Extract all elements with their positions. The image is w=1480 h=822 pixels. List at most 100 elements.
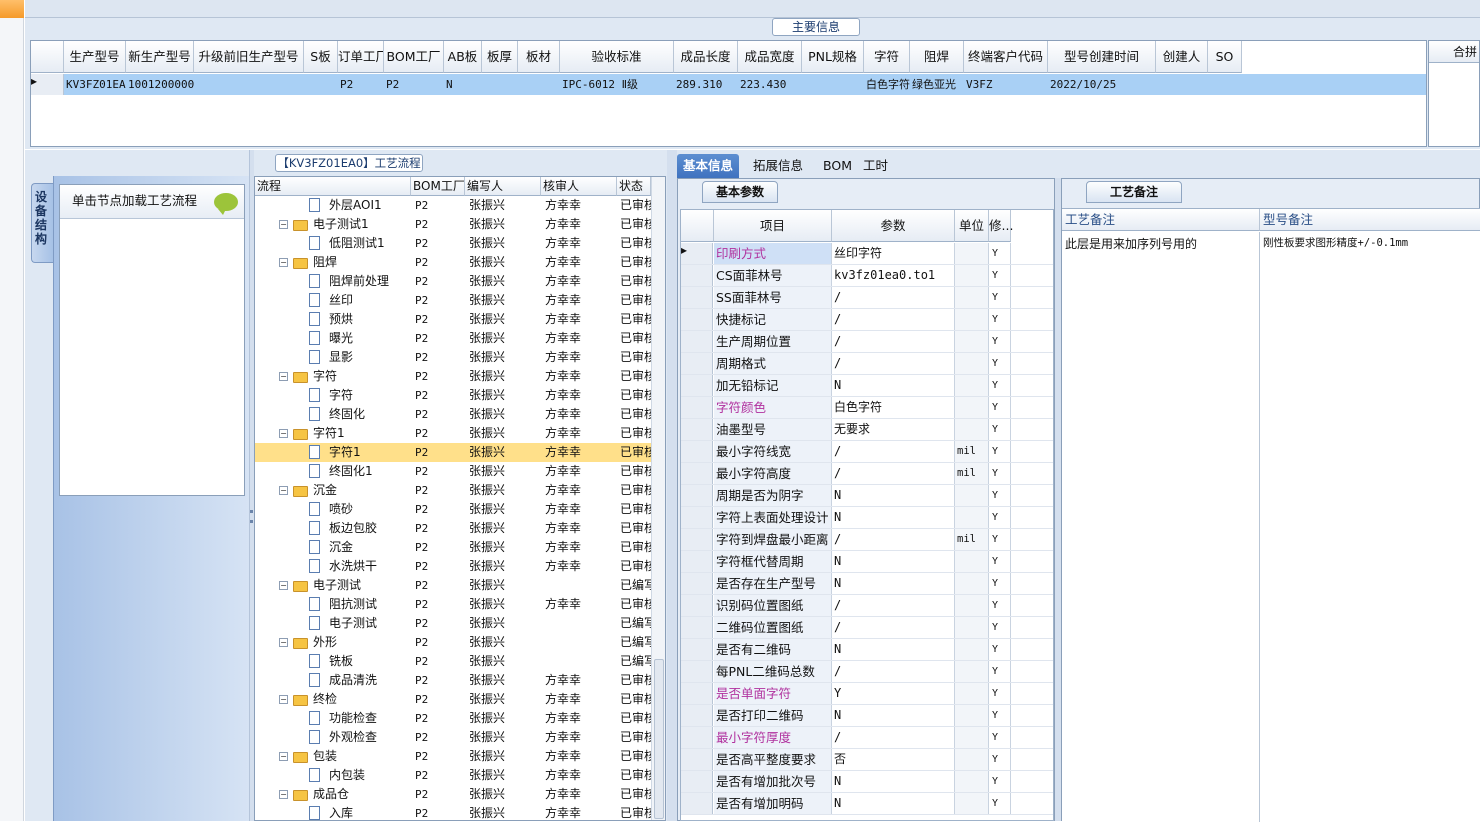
tree-node-label[interactable]: 内包装 xyxy=(329,766,365,785)
row-indicator[interactable] xyxy=(681,287,713,308)
row-indicator[interactable] xyxy=(681,573,713,594)
collapse-icon[interactable]: − xyxy=(279,220,288,229)
param-row[interactable]: 油墨型号 无要求 Y xyxy=(681,419,1053,441)
param-row[interactable]: 周期格式 / Y xyxy=(681,353,1053,375)
param-value[interactable]: / xyxy=(832,353,955,374)
row-indicator[interactable] xyxy=(681,595,713,616)
row-indicator[interactable] xyxy=(681,683,713,704)
tree-row[interactable]: − 字符 P2 张振兴 方幸幸 已审核 xyxy=(255,367,651,386)
table-cell[interactable]: 2022/10/25 xyxy=(1050,74,1156,95)
table-cell[interactable]: P2 xyxy=(386,74,444,95)
tree-row[interactable]: 入库 P2 张振兴 方幸幸 已审核 xyxy=(255,804,651,820)
param-value[interactable]: Y xyxy=(832,683,955,704)
param-value[interactable]: 否 xyxy=(832,749,955,770)
row-indicator[interactable] xyxy=(681,353,713,374)
table-cell[interactable]: P2 xyxy=(340,74,384,95)
collapse-icon[interactable]: − xyxy=(279,752,288,761)
tree-row[interactable]: − 外形 P2 张振兴 已编写 xyxy=(255,633,651,652)
column-header[interactable]: 验收标准 xyxy=(560,41,674,73)
params-grid[interactable]: 项目 参数 单位 修... ▸ 印刷方式 丝印字符 Y CS面菲林号 kv3fz01ea0.to1… xyxy=(680,209,1054,821)
tree-node-label[interactable]: 外观检查 xyxy=(329,728,377,747)
table-cell[interactable]: 绿色亚光 xyxy=(912,74,964,95)
tree-node-label[interactable]: 沉金 xyxy=(329,538,353,557)
param-row[interactable]: 二维码位置图纸 / Y xyxy=(681,617,1053,639)
param-row[interactable]: SS面菲林号 / Y xyxy=(681,287,1053,309)
tree-row[interactable]: 字符 P2 张振兴 方幸幸 已审核 xyxy=(255,386,651,405)
tree-node-label[interactable]: 铣板 xyxy=(329,652,353,671)
param-value[interactable]: N xyxy=(832,573,955,594)
param-value[interactable]: / xyxy=(832,331,955,352)
tree-row[interactable]: 水洗烘干 P2 张振兴 方幸幸 已审核 xyxy=(255,557,651,576)
tree-node-label[interactable]: 外层AOI1 xyxy=(329,196,382,215)
row-indicator[interactable]: ▸ xyxy=(31,74,64,95)
tree-column-header[interactable]: 编写人 xyxy=(465,177,541,196)
row-indicator[interactable] xyxy=(681,617,713,638)
table-cell[interactable] xyxy=(1210,74,1242,95)
column-header[interactable]: 生产型号 xyxy=(64,41,126,73)
param-row[interactable]: 加无铅标记 N Y xyxy=(681,375,1053,397)
param-row[interactable]: 是否存在生产型号 N Y xyxy=(681,573,1053,595)
param-row[interactable]: 字符颜色 白色字符 Y xyxy=(681,397,1053,419)
row-indicator[interactable] xyxy=(681,551,713,572)
table-cell[interactable]: V3FZ xyxy=(966,74,1048,95)
column-header[interactable]: 阻焊 xyxy=(910,41,964,73)
row-indicator[interactable] xyxy=(681,265,713,286)
param-row[interactable]: CS面菲林号 kv3fz01ea0.to1 Y xyxy=(681,265,1053,287)
param-row[interactable]: 是否高平整度要求否 Y xyxy=(681,749,1053,771)
param-value[interactable]: / xyxy=(832,595,955,616)
row-indicator[interactable] xyxy=(681,463,713,484)
tree-column-header[interactable]: 状态 xyxy=(617,177,651,196)
param-value[interactable]: 白色字符 xyxy=(832,397,955,418)
param-row[interactable]: ▸ 印刷方式 丝印字符 Y xyxy=(681,243,1053,265)
column-header[interactable]: 升级前旧生产型号 xyxy=(194,41,304,73)
param-row[interactable]: 字符框代替周期 N Y xyxy=(681,551,1053,573)
tree-node-label[interactable]: 字符1 xyxy=(329,443,361,462)
param-value[interactable]: / xyxy=(832,463,955,484)
tab-2[interactable]: BOM xyxy=(817,154,858,178)
params-column-header[interactable]: 单位 xyxy=(955,210,989,242)
tree-node-label[interactable]: 阻焊前处理 xyxy=(329,272,389,291)
tree-row[interactable]: 字符1 P2 张振兴 方幸幸 已审核 xyxy=(255,443,651,462)
param-row[interactable]: 周期是否为阴字 N Y xyxy=(681,485,1053,507)
tree-node-label[interactable]: 终固化1 xyxy=(329,462,373,481)
param-row[interactable]: 最小字符线宽 / mil Y xyxy=(681,441,1053,463)
tree-row[interactable]: 外层AOI1 P2 张振兴 方幸幸 已审核 xyxy=(255,196,651,215)
table-cell[interactable]: 223.430 xyxy=(740,74,802,95)
tree-row[interactable]: 丝印 P2 张振兴 方幸幸 已审核 xyxy=(255,291,651,310)
tree-row[interactable]: 阻抗测试 P2 张振兴 方幸幸 已审核 xyxy=(255,595,651,614)
param-row[interactable]: 最小字符高度 / mil Y xyxy=(681,463,1053,485)
tab-equipment-structure[interactable]: 设备结构 xyxy=(31,183,53,263)
column-header[interactable]: AB板 xyxy=(444,41,482,73)
row-indicator[interactable] xyxy=(681,331,713,352)
table-cell[interactable] xyxy=(520,74,560,95)
row-indicator[interactable] xyxy=(681,793,713,814)
tree-node-label[interactable]: 电子测试 xyxy=(313,576,361,595)
tree-node-label[interactable]: 字符1 xyxy=(313,424,345,443)
model-note-value[interactable]: 刚性板要求图形精度+/-0.1mm xyxy=(1260,232,1480,822)
table-cell[interactable]: 10012000002987 xyxy=(128,74,194,95)
tree-node-label[interactable]: 终固化 xyxy=(329,405,365,424)
tree-row[interactable]: 终固化1 P2 张振兴 方幸幸 已审核 xyxy=(255,462,651,481)
param-row[interactable]: 是否有增加明码 N Y xyxy=(681,793,1053,815)
column-header[interactable]: 终端客户代码 xyxy=(964,41,1048,73)
process-note-value[interactable]: 此层是用来加序列号用的 xyxy=(1062,232,1260,822)
column-header[interactable]: S板 xyxy=(304,41,338,73)
row-indicator[interactable] xyxy=(681,705,713,726)
column-header[interactable]: PNL规格 xyxy=(802,41,864,73)
param-row[interactable]: 是否有二维码 N Y xyxy=(681,639,1053,661)
table-cell[interactable]: N xyxy=(446,74,482,95)
tree-node-label[interactable]: 阻焊 xyxy=(313,253,337,272)
param-row[interactable]: 是否单面字符 Y Y xyxy=(681,683,1053,705)
row-indicator[interactable] xyxy=(681,507,713,528)
param-row[interactable]: 是否有增加批次号 N Y xyxy=(681,771,1053,793)
tree-node-label[interactable]: 外形 xyxy=(313,633,337,652)
tree-node-label[interactable]: 沉金 xyxy=(313,481,337,500)
tree-node-label[interactable]: 低阻测试1 xyxy=(329,234,385,253)
tree-row[interactable]: 板边包胶 P2 张振兴 方幸幸 已审核 xyxy=(255,519,651,538)
tree-node-label[interactable]: 功能检查 xyxy=(329,709,377,728)
param-value[interactable]: N xyxy=(832,485,955,506)
tree-node-label[interactable]: 喷砂 xyxy=(329,500,353,519)
param-row[interactable]: 快捷标记 / Y xyxy=(681,309,1053,331)
tree-node-label[interactable]: 水洗烘干 xyxy=(329,557,377,576)
params-column-header[interactable]: 修... xyxy=(989,210,1013,242)
